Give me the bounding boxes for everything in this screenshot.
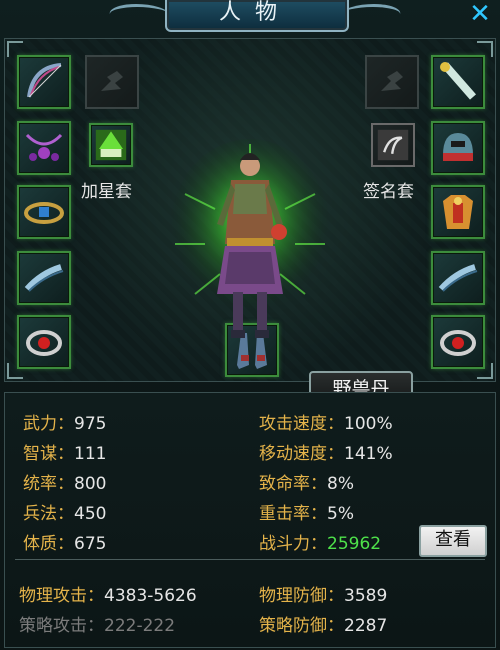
stat-label: 重击率 bbox=[259, 504, 310, 524]
ring-icon bbox=[440, 330, 476, 356]
stat-bingfa: 兵法：450 bbox=[23, 504, 107, 524]
stat-heavy-rate: 重击率：5% bbox=[259, 504, 354, 524]
stat-label: 战斗力 bbox=[259, 534, 310, 554]
stat-value: 675 bbox=[74, 534, 107, 554]
stat-value: 25962 bbox=[327, 534, 382, 554]
stats-panel: 武力：975 智谋：111 统率：800 兵法：450 体质：675 攻击速度：… bbox=[4, 392, 496, 648]
stat-value: 800 bbox=[74, 474, 107, 494]
stat-value: 141% bbox=[344, 444, 393, 464]
stat-value: 2287 bbox=[344, 616, 388, 636]
ring-slot-right[interactable] bbox=[431, 315, 485, 369]
empty-slot-icon bbox=[101, 71, 123, 91]
set-label-right: 签名套 bbox=[363, 182, 414, 202]
bracer-slot-left[interactable] bbox=[17, 251, 71, 305]
bracer-icon bbox=[438, 264, 478, 292]
stat-value: 450 bbox=[74, 504, 107, 524]
bow-icon bbox=[27, 63, 62, 98]
stat-value: 8% bbox=[327, 474, 354, 494]
ring-slot-left[interactable] bbox=[17, 315, 71, 369]
stat-label: 武力 bbox=[23, 414, 57, 434]
stat-phys-attack: 物理攻击：4383-5626 bbox=[19, 586, 197, 606]
stat-label: 策略攻击 bbox=[19, 616, 87, 636]
armor-icon bbox=[443, 195, 473, 229]
scroll-slot[interactable] bbox=[431, 55, 485, 109]
ring-icon bbox=[26, 330, 62, 356]
belt-slot[interactable] bbox=[17, 185, 71, 239]
title-bar: 人物 ✕ bbox=[0, 0, 500, 34]
title-ornament-left bbox=[106, 4, 174, 25]
stat-move-speed: 移动速度：141% bbox=[259, 444, 393, 464]
star-set-icon bbox=[95, 129, 127, 161]
star-set-slot[interactable] bbox=[89, 123, 133, 167]
stat-phys-defense: 物理防御：3589 bbox=[259, 586, 388, 606]
helmet-slot[interactable] bbox=[431, 121, 485, 175]
stat-value: 222-222 bbox=[104, 616, 176, 636]
stat-label: 智谋 bbox=[23, 444, 57, 464]
stat-strat-defense: 策略防御：2287 bbox=[259, 616, 388, 636]
empty-slot-right[interactable] bbox=[365, 55, 419, 109]
stat-label: 兵法 bbox=[23, 504, 57, 524]
signature-set-slot[interactable] bbox=[371, 123, 415, 167]
window-title: 人物 bbox=[218, 0, 291, 25]
stat-label: 物理攻击 bbox=[19, 586, 87, 606]
empty-slot-icon bbox=[381, 71, 403, 91]
stat-label: 物理防御 bbox=[259, 586, 327, 606]
stat-attack-speed: 攻击速度：100% bbox=[259, 414, 393, 434]
armor-slot[interactable] bbox=[431, 185, 485, 239]
stat-strat-attack: 策略攻击：222-222 bbox=[19, 616, 176, 636]
character-avatar bbox=[170, 139, 330, 338]
stat-zhimou: 智谋：111 bbox=[23, 444, 107, 464]
bracer-icon bbox=[24, 264, 64, 292]
signature-set-icon bbox=[377, 129, 409, 161]
stat-value: 5% bbox=[327, 504, 354, 524]
stat-wuli: 武力：975 bbox=[23, 414, 107, 434]
stat-label: 致命率 bbox=[259, 474, 310, 494]
character-window: 人物 ✕ 加星套 签名套 野兽丹 武力：975 智谋：111 统率：800 兵法… bbox=[0, 0, 500, 650]
helmet-icon bbox=[443, 133, 473, 161]
equipment-panel: 加星套 签名套 野兽丹 bbox=[4, 38, 496, 409]
stat-value: 100% bbox=[344, 414, 393, 434]
stat-value: 111 bbox=[74, 444, 107, 464]
stat-tonglv: 统率：800 bbox=[23, 474, 107, 494]
stats-divider bbox=[15, 559, 485, 560]
close-icon[interactable]: ✕ bbox=[466, 0, 494, 28]
stat-value: 4383-5626 bbox=[104, 586, 197, 606]
necklace-slot[interactable] bbox=[17, 121, 71, 175]
stat-tizhi: 体质：675 bbox=[23, 534, 107, 554]
necklace-icon bbox=[25, 133, 63, 161]
set-label-left: 加星套 bbox=[81, 182, 132, 202]
scroll-icon bbox=[440, 62, 477, 100]
stat-combat-power: 战斗力：25962 bbox=[259, 534, 382, 554]
stat-label: 移动速度 bbox=[259, 444, 327, 464]
character-figure bbox=[165, 134, 335, 354]
stat-crit-rate: 致命率：8% bbox=[259, 474, 354, 494]
stat-label: 体质 bbox=[23, 534, 57, 554]
stat-value: 3589 bbox=[344, 586, 388, 606]
bracer-slot-right[interactable] bbox=[431, 251, 485, 305]
empty-slot-left[interactable] bbox=[85, 55, 139, 109]
stat-label: 统率 bbox=[23, 474, 57, 494]
belt-icon bbox=[24, 202, 64, 224]
stat-label: 攻击速度 bbox=[259, 414, 327, 434]
stat-label: 策略防御 bbox=[259, 616, 327, 636]
stat-value: 975 bbox=[74, 414, 107, 434]
weapon-slot[interactable] bbox=[17, 55, 71, 109]
view-button[interactable]: 查看 bbox=[419, 525, 487, 557]
